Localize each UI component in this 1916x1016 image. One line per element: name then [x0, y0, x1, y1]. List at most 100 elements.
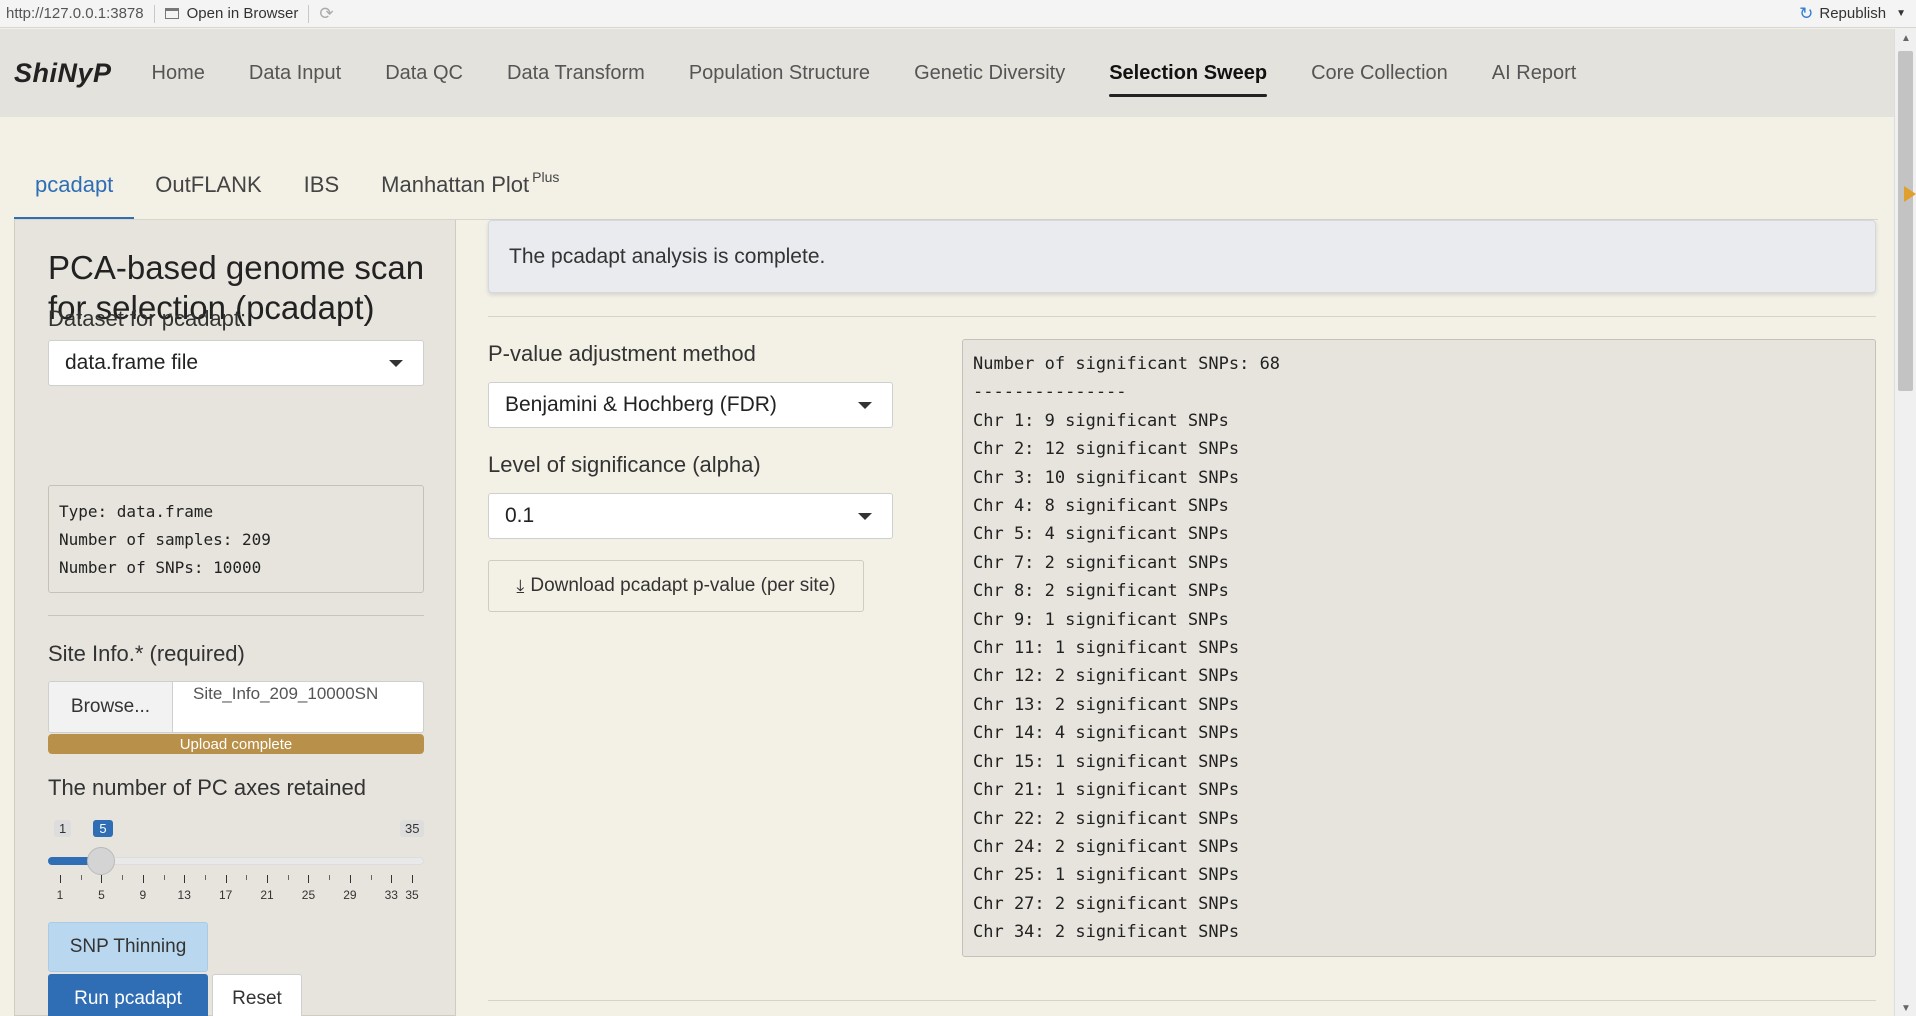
chevron-down-icon — [389, 360, 403, 367]
run-pcadapt-button[interactable]: Run pcadapt — [48, 974, 208, 1016]
dataset-select[interactable]: data.frame file — [48, 340, 424, 386]
sidebar-divider — [48, 615, 424, 616]
mouse-cursor-icon — [1904, 186, 1916, 202]
nav-item-data-qc[interactable]: Data QC — [363, 29, 485, 117]
browse-button[interactable]: Browse... — [49, 682, 173, 732]
tab-manhattan-plot[interactable]: Manhattan Plot Plus — [360, 150, 580, 220]
slider-major-tick — [225, 875, 227, 883]
slider-minor-tick — [246, 875, 248, 880]
slider-min-label: 1 — [54, 820, 72, 837]
chevron-down-icon[interactable]: ▼ — [1896, 8, 1906, 19]
output-line: Chr 22: 2 significant SNPs — [973, 808, 1240, 829]
download-label: Download pcadapt p-value (per site) — [530, 575, 836, 596]
status-alert-text: The pcadapt analysis is complete. — [509, 244, 826, 268]
chevron-down-icon — [858, 513, 872, 520]
slider-tick-label: 21 — [260, 888, 274, 902]
dataset-label: Dataset for pcadapt: — [48, 306, 247, 331]
scroll-down-arrow-icon[interactable]: ▼ — [1895, 1003, 1916, 1014]
chevron-down-icon — [858, 402, 872, 409]
vertical-scrollbar[interactable]: ▲ ▼ — [1894, 29, 1916, 1016]
output-line: Chr 1: 9 significant SNPs — [973, 410, 1229, 431]
output-line: Chr 7: 2 significant SNPs — [973, 552, 1229, 573]
slider-tick-label: 25 — [301, 888, 316, 902]
slider-major-tick — [391, 875, 393, 883]
nav-item-data-transform[interactable]: Data Transform — [485, 29, 667, 117]
pvalue-method-label: P-value adjustment method — [488, 341, 756, 366]
tab-label: pcadapt — [35, 172, 114, 197]
info-snps: Number of SNPs: 10000 — [59, 558, 262, 577]
scroll-up-arrow-icon[interactable]: ▲ — [1895, 33, 1916, 44]
navbar: ShiNyP Home Data Input Data QC Data Tran… — [0, 29, 1894, 117]
slider-major-tick — [142, 875, 144, 883]
alpha-select[interactable]: 0.1 — [488, 493, 893, 539]
output-line: Chr 25: 1 significant SNPs — [973, 865, 1240, 886]
slider-minor-tick — [80, 875, 82, 880]
reset-button[interactable]: Reset — [212, 974, 302, 1016]
tab-label: OutFLANK — [155, 172, 262, 197]
pc-axes-slider[interactable]: 1 35 5 1 5 9 13 17 21 25 29 33 35 — [48, 820, 425, 902]
pvalue-method-select[interactable]: Benjamini & Hochberg (FDR) — [488, 382, 893, 428]
slider-major-tick — [60, 875, 61, 883]
tab-superscript: Plus — [532, 169, 560, 185]
results-output: Number of significant SNPs: 68 ----------… — [962, 339, 1876, 957]
pc-axes-label: The number of PC axes retained — [48, 775, 366, 800]
info-type: Type: data.frame — [59, 502, 214, 521]
slider-handle[interactable] — [87, 847, 116, 875]
republish-icon: ↻ — [1799, 3, 1814, 23]
site-info-file-input[interactable]: Browse... Site_Info_209_10000SN — [48, 681, 424, 733]
slider-tick-label: 17 — [218, 888, 233, 902]
slider-major-tick — [267, 875, 269, 883]
slider-tick-label: 9 — [139, 888, 147, 902]
slider-tick-label: 29 — [343, 888, 357, 902]
site-info-label: Site Info.* (required) — [48, 641, 245, 666]
dataset-select-value: data.frame file — [65, 351, 199, 374]
output-line: Chr 12: 2 significant SNPs — [973, 666, 1240, 687]
output-line: Chr 13: 2 significant SNPs — [973, 694, 1240, 715]
scrollbar-thumb[interactable] — [1898, 51, 1913, 391]
slider-minor-tick — [370, 875, 372, 880]
upload-status-text: Upload complete — [179, 735, 293, 753]
output-line: Chr 15: 1 significant SNPs — [973, 751, 1240, 772]
tab-pcadapt[interactable]: pcadapt — [14, 150, 135, 220]
nav-item-selection-sweep[interactable]: Selection Sweep — [1087, 29, 1289, 117]
brand-logo[interactable]: ShiNyP — [14, 58, 112, 89]
slider-minor-tick — [122, 875, 124, 880]
nav-item-genetic-diversity[interactable]: Genetic Diversity — [892, 29, 1087, 117]
nav-item-population-structure[interactable]: Population Structure — [667, 29, 892, 117]
nav-item-core-collection[interactable]: Core Collection — [1289, 29, 1470, 117]
file-name-field[interactable]: Site_Info_209_10000SN — [173, 682, 423, 732]
refresh-icon[interactable]: ⟳ — [319, 4, 333, 24]
output-line: Chr 4: 8 significant SNPs — [973, 496, 1229, 517]
output-line: Chr 3: 10 significant SNPs — [973, 467, 1240, 488]
open-in-browser-button[interactable]: Open in Browser — [164, 5, 298, 22]
slider-tick-label: 1 — [56, 888, 64, 902]
nav-item-ai-report[interactable]: AI Report — [1470, 29, 1598, 117]
slider-major-tick — [184, 875, 186, 883]
nav-item-data-input[interactable]: Data Input — [227, 29, 363, 117]
output-line: Chr 24: 2 significant SNPs — [973, 836, 1240, 857]
dataset-info-box: Type: data.frame Number of samples: 209 … — [48, 485, 424, 593]
nav-item-home[interactable]: Home — [130, 29, 227, 117]
slider-value-label: 5 — [93, 820, 113, 837]
download-icon: ⤓ — [516, 575, 525, 596]
republish-label: Republish — [1819, 5, 1887, 22]
main-divider — [488, 316, 1876, 317]
slider-max-label: 35 — [400, 820, 425, 837]
snp-thinning-button[interactable]: SNP Thinning — [48, 922, 208, 972]
slider-tick-label: 5 — [98, 888, 105, 902]
download-pvalue-button[interactable]: ⤓ Download pcadapt p-value (per site) — [488, 560, 864, 612]
toolbar-divider — [308, 4, 310, 23]
slider-major-tick — [308, 875, 310, 883]
slider-minor-tick — [163, 875, 165, 880]
slider-tick-label: 35 — [405, 888, 419, 902]
url-text: http://127.0.0.1:3878 — [6, 5, 144, 22]
tab-outflank[interactable]: OutFLANK — [134, 150, 282, 220]
tab-ibs[interactable]: IBS — [283, 150, 360, 220]
tab-label: IBS — [303, 172, 340, 197]
republish-button[interactable]: ↻ Republish ▼ — [1799, 4, 1906, 24]
toolbar-divider — [153, 4, 155, 23]
output-line: Chr 14: 4 significant SNPs — [973, 723, 1240, 744]
slider-minor-tick — [287, 875, 289, 880]
output-line: Chr 5: 4 significant SNPs — [973, 524, 1229, 545]
output-line: Chr 2: 12 significant SNPs — [973, 439, 1240, 460]
